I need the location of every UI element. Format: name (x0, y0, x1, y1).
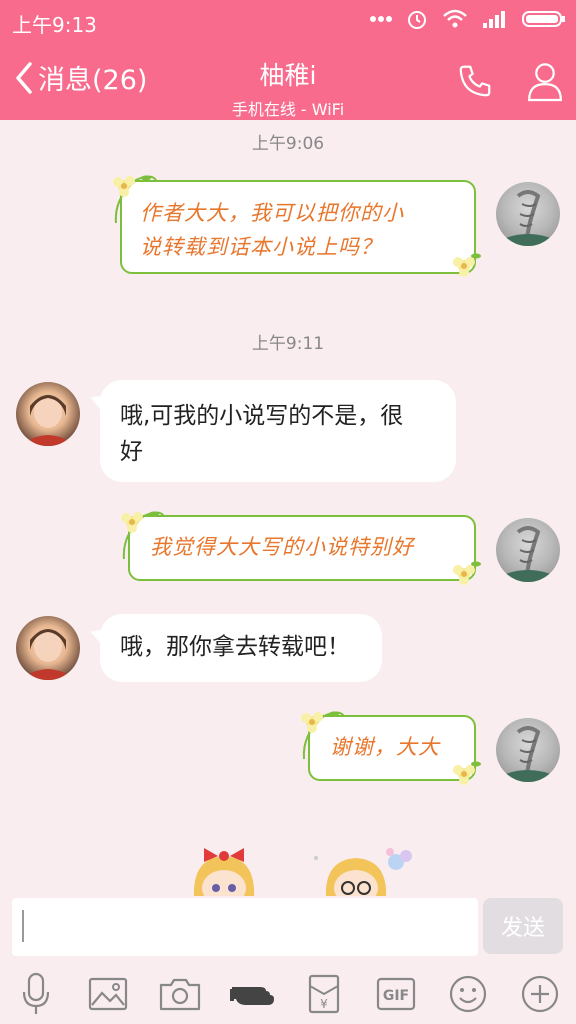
send-button[interactable]: 发送 (483, 898, 563, 954)
battery-icon (522, 11, 565, 27)
poke-button[interactable] (230, 972, 274, 1016)
top-bar: 上午9:13 消息(26) 柚稚i 手机在线 - WiFi (0, 0, 576, 120)
contact-avatar[interactable] (16, 382, 80, 446)
message-text: 作者大大，我可以把你的小 (140, 201, 404, 225)
camera-button[interactable] (158, 972, 202, 1016)
flower-decoration-icon (453, 561, 481, 585)
braid-hair-icon (496, 190, 560, 246)
outgoing-message[interactable]: 作者大大，我可以把你的小 说转载到话本小说上吗？ (120, 180, 476, 274)
alarm-icon (408, 11, 426, 29)
message-text: 哦,可我的小说写的不是，很 (120, 403, 404, 429)
incoming-message[interactable]: 哦,可我的小说写的不是，很 好 (100, 380, 456, 482)
red-envelope-icon: ¥ (308, 974, 340, 1014)
message-text: 说转载到话本小说上吗？ (140, 235, 382, 259)
sticker-character (184, 838, 264, 898)
voice-button[interactable] (14, 972, 58, 1016)
microphone-icon (22, 972, 50, 1014)
my-avatar[interactable] (496, 518, 560, 582)
wifi-icon (443, 9, 467, 28)
person-icon (528, 63, 562, 102)
status-bar: 上午9:13 (0, 0, 576, 40)
more-button[interactable] (518, 972, 562, 1016)
timestamp: 上午9:06 (251, 134, 325, 154)
image-icon (88, 977, 128, 1011)
text-cursor (22, 910, 24, 942)
flower-decoration-icon (113, 175, 157, 224)
flower-decoration-icon (301, 711, 345, 760)
gif-button[interactable]: GIF (374, 972, 418, 1016)
flower-decoration-icon (453, 253, 481, 277)
input-toolbar: ¥ GIF (0, 964, 576, 1024)
message-text: 我觉得大大写的小说特别好 (150, 535, 414, 559)
braid-hair-icon (496, 726, 560, 782)
girl-face-icon (26, 395, 70, 446)
outgoing-message[interactable]: 我觉得大大写的小说特别好 (128, 515, 476, 581)
smiley-icon (449, 975, 487, 1013)
message-text: 哦，那你拿去转载吧！ (120, 634, 350, 660)
gif-icon: GIF (376, 977, 416, 1011)
my-avatar[interactable] (496, 718, 560, 782)
red-envelope-symbol: ¥ (320, 997, 328, 1011)
red-packet-button[interactable]: ¥ (302, 972, 346, 1016)
pointing-hand-icon (230, 987, 274, 1005)
flower-decoration-icon (121, 511, 165, 560)
timestamp: 上午9:11 (251, 334, 325, 354)
girl-face-icon (26, 629, 70, 680)
contact-avatar[interactable] (16, 616, 80, 680)
status-time: 上午9:13 (12, 13, 97, 37)
message-input[interactable] (12, 898, 478, 956)
anime-girl-glasses-sticker-icon (314, 848, 412, 898)
incoming-message[interactable]: 哦，那你拿去转载吧！ (100, 614, 382, 682)
image-button[interactable] (86, 972, 130, 1016)
phone-icon (459, 65, 491, 97)
plus-circle-icon (521, 975, 559, 1013)
my-avatar[interactable] (496, 182, 560, 246)
message-text: 好 (120, 439, 143, 465)
sticker-character (312, 838, 422, 898)
gif-label: GIF (383, 988, 409, 1004)
emoji-button[interactable] (446, 972, 490, 1016)
more-dots-icon (370, 16, 392, 22)
signal-icon (483, 11, 505, 28)
anime-girl-sticker-icon (193, 848, 255, 898)
status-icons (370, 8, 566, 30)
call-button[interactable] (456, 62, 494, 104)
profile-button[interactable] (526, 60, 564, 106)
camera-icon (159, 978, 201, 1011)
braid-hair-icon (496, 526, 560, 582)
flower-decoration-icon (453, 761, 481, 785)
